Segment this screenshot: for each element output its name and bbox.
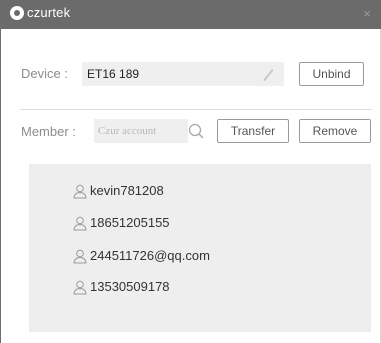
device-name-field[interactable]: ET16 189 [82,62,284,86]
device-name-value: ET16 189 [87,67,140,81]
app-window: czurtek × Device : ET16 189 Unbind Membe… [0,0,381,343]
member-label: Member : [21,124,76,139]
close-button[interactable]: × [358,4,376,24]
remove-button[interactable]: Remove [299,119,371,143]
list-item[interactable]: kevin781208 [73,181,164,201]
list-item[interactable]: 18651205155 [73,213,170,233]
member-name: 18651205155 [90,215,170,230]
section-divider [20,109,372,110]
unbind-button[interactable]: Unbind [299,62,364,86]
member-name: kevin781208 [90,183,164,198]
close-icon: × [363,6,371,21]
device-label: Device : [21,66,68,81]
user-icon [73,184,87,198]
user-icon [73,249,87,263]
app-logo: czurtek [10,6,70,20]
member-list: kevin781208 18651205155 244511726@qq.com… [29,164,371,332]
brand-name: czurtek [27,5,71,20]
member-account-input[interactable] [94,119,188,143]
user-icon [73,216,87,230]
list-item[interactable]: 244511726@qq.com [73,246,210,266]
search-icon[interactable] [187,120,205,142]
user-icon [73,280,87,294]
member-name: 13530509178 [90,279,170,294]
list-item[interactable]: 13530509178 [73,277,170,297]
member-name: 244511726@qq.com [90,248,210,263]
czur-logo-icon [10,6,24,20]
member-account-field[interactable] [94,119,188,143]
transfer-button[interactable]: Transfer [217,119,289,143]
title-bar[interactable]: czurtek × [1,0,381,29]
pencil-icon[interactable] [261,66,275,82]
